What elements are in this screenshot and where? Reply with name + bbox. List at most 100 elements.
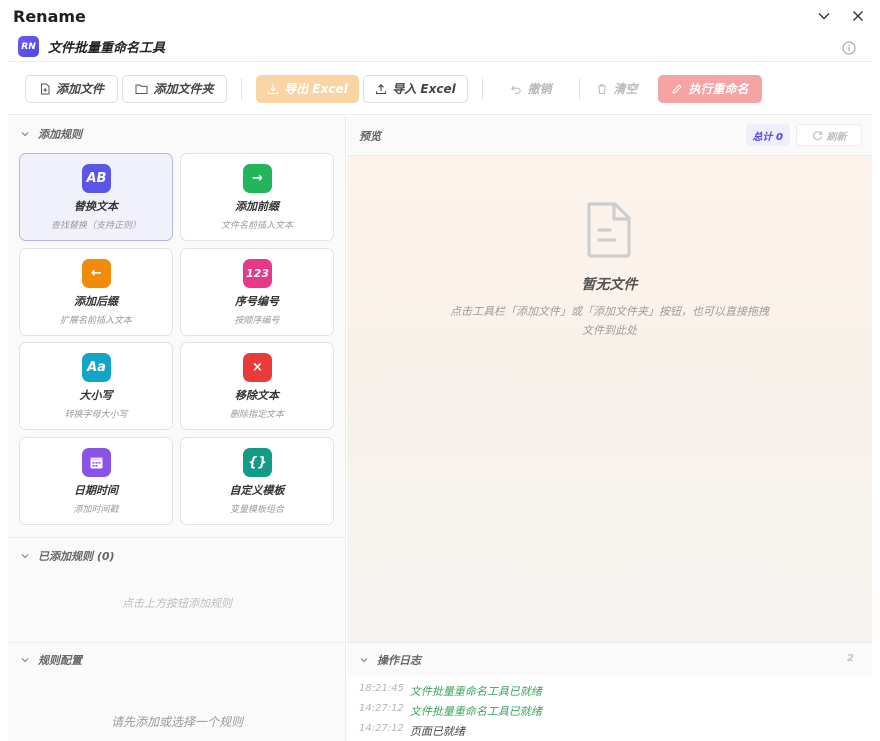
export-excel-label: 导出 Excel xyxy=(284,82,348,96)
rule-config-header[interactable]: 规则配置 xyxy=(8,642,346,678)
braces-icon: {} xyxy=(243,448,272,477)
added-rules-hint: 点击上方按钮添加规则 xyxy=(122,597,232,610)
rule-card-template[interactable]: {} 自定义模板 变量模板组合 xyxy=(180,437,334,525)
log-title: 操作日志 xyxy=(377,653,421,667)
add-folder-label: 添加文件夹 xyxy=(153,82,214,96)
rule-card-title: 替换文本 xyxy=(74,200,118,213)
log-time: 14:27:12 xyxy=(359,703,404,714)
import-excel-label: 导入 Excel xyxy=(392,82,456,96)
empty-description: 点击工具栏「添加文件」或「添加文件夹」按钮，也可以直接拖拽文件到此处 xyxy=(450,305,769,337)
clear-button[interactable]: 清空 xyxy=(586,74,648,103)
case-icon: Aa xyxy=(82,353,111,382)
rule-card-remove[interactable]: × 移除文本 删除指定文本 xyxy=(180,342,334,430)
rule-card-desc: 添加时间戳 xyxy=(73,505,119,515)
window-titlebar: Rename xyxy=(0,0,880,32)
undo-label: 撤销 xyxy=(527,82,552,96)
log-message: 文件批量重命名工具已就绪 xyxy=(409,685,542,698)
info-icon[interactable] xyxy=(842,40,856,59)
empty-title: 暂无文件 xyxy=(581,277,638,293)
rule-card-title: 添加前缀 xyxy=(235,200,279,213)
rule-card-title: 序号编号 xyxy=(235,295,279,308)
numbering-icon: 123 xyxy=(243,259,272,288)
app-header: RN 文件批量重命名工具 xyxy=(8,32,872,62)
log-count: 2 xyxy=(847,653,854,664)
rule-config-title: 规则配置 xyxy=(38,654,82,667)
execute-rename-label: 执行重命名 xyxy=(688,82,749,96)
undo-button[interactable]: 撤销 xyxy=(493,74,569,103)
empty-file-icon xyxy=(587,202,631,258)
refresh-button[interactable]: 刷新 xyxy=(796,124,862,146)
rule-card-desc: 删除指定文本 xyxy=(229,410,284,420)
upload-icon xyxy=(376,83,387,94)
log-header[interactable]: 操作日志 2 xyxy=(347,642,872,676)
added-rules-header[interactable]: 已添加规则 (0) xyxy=(8,538,346,574)
replace-text-icon: AB xyxy=(82,164,111,193)
rule-config-hint: 请先添加或选择一个规则 xyxy=(110,715,243,729)
pencil-icon xyxy=(672,83,683,94)
rules-section-header[interactable]: 添加规则 xyxy=(8,116,346,152)
rule-card-desc: 查找替换（支持正则） xyxy=(50,221,141,231)
close-button[interactable] xyxy=(848,6,868,26)
log-time: 18:21:45 xyxy=(359,683,404,694)
arrow-left-icon: ← xyxy=(82,259,111,288)
chevron-down-icon xyxy=(818,13,830,20)
collapse-button[interactable] xyxy=(814,6,834,26)
chevron-down-icon xyxy=(21,554,29,559)
preview-title: 预览 xyxy=(359,129,381,143)
rule-card-title: 添加后缀 xyxy=(74,295,118,308)
log-entry: 18:21:45 文件批量重命名工具已就绪 xyxy=(359,683,542,699)
log-time: 14:27:12 xyxy=(359,723,404,734)
log-entry: 14:27:12 页面已就绪 xyxy=(359,723,465,739)
file-add-icon xyxy=(40,83,50,94)
rule-card-suffix[interactable]: ← 添加后缀 扩展名前插入文本 xyxy=(19,248,173,336)
preview-drop-zone[interactable]: 暂无文件 点击工具栏「添加文件」或「添加文件夹」按钮，也可以直接拖拽文件到此处 xyxy=(347,156,872,642)
import-excel-button[interactable]: 导入 Excel xyxy=(363,74,468,103)
undo-icon xyxy=(511,85,522,94)
log-message: 文件批量重命名工具已就绪 xyxy=(409,705,542,718)
export-excel-button[interactable]: 导出 Excel xyxy=(256,74,359,103)
rule-card-numbering[interactable]: 123 序号编号 按顺序编号 xyxy=(180,248,334,336)
app-title: 文件批量重命名工具 xyxy=(48,41,166,56)
rule-card-prefix[interactable]: → 添加前缀 文件名前插入文本 xyxy=(180,153,334,241)
added-rules-title: 已添加规则 (0) xyxy=(38,550,115,563)
left-panel: 添加规则 AB 替换文本 查找替换（支持正则） → 添加前缀 文件名前插入文本 … xyxy=(8,116,346,741)
rule-card-desc: 文件名前插入文本 xyxy=(220,221,293,231)
rule-card-case[interactable]: Aa 大小写 转换字母大小写 xyxy=(19,342,173,430)
app-logo: RN xyxy=(18,36,39,57)
rule-card-title: 日期时间 xyxy=(74,484,118,497)
download-icon xyxy=(268,84,279,94)
rule-card-datetime[interactable]: 日期时间 添加时间戳 xyxy=(19,437,173,525)
clear-label: 清空 xyxy=(613,82,638,96)
rule-card-replace[interactable]: AB 替换文本 查找替换（支持正则） xyxy=(19,153,173,241)
rule-card-title: 移除文本 xyxy=(235,389,279,402)
add-file-button[interactable]: 添加文件 xyxy=(25,74,118,103)
chevron-down-icon xyxy=(21,658,29,663)
chevron-down-icon xyxy=(21,132,29,137)
add-file-label: 添加文件 xyxy=(55,82,104,96)
folder-icon xyxy=(135,84,148,94)
add-folder-button[interactable]: 添加文件夹 xyxy=(122,74,227,103)
refresh-label: 刷新 xyxy=(826,131,847,143)
rules-section-title: 添加规则 xyxy=(38,128,82,141)
rule-card-desc: 变量模板组合 xyxy=(229,505,284,515)
calendar-icon xyxy=(82,448,111,477)
close-icon xyxy=(853,11,863,21)
toolbar: 添加文件 添加文件夹 导出 Excel 导入 Excel 撤销 清空 执行重命名 xyxy=(8,63,872,115)
rule-card-title: 大小写 xyxy=(79,389,113,402)
rule-card-desc: 转换字母大小写 xyxy=(64,410,128,420)
preview-header: 预览 总计 0 刷新 xyxy=(347,116,872,156)
rule-card-title: 自定义模板 xyxy=(229,484,285,497)
refresh-icon xyxy=(812,130,822,140)
toolbar-divider xyxy=(482,77,483,100)
total-badge: 总计 0 xyxy=(745,124,790,146)
toolbar-divider xyxy=(579,77,580,100)
trash-icon xyxy=(598,83,607,94)
rule-card-desc: 扩展名前插入文本 xyxy=(59,316,132,326)
window-title: Rename xyxy=(13,6,86,26)
execute-rename-button[interactable]: 执行重命名 xyxy=(658,74,762,103)
arrow-right-icon: → xyxy=(243,164,272,193)
log-entry: 14:27:12 文件批量重命名工具已就绪 xyxy=(359,703,542,719)
remove-icon: × xyxy=(243,353,272,382)
chevron-down-icon xyxy=(360,657,368,662)
right-panel: 预览 总计 0 刷新 暂无文件 点击工具栏「添加文件」或「添加文件夹」按钮，也可… xyxy=(347,116,872,741)
